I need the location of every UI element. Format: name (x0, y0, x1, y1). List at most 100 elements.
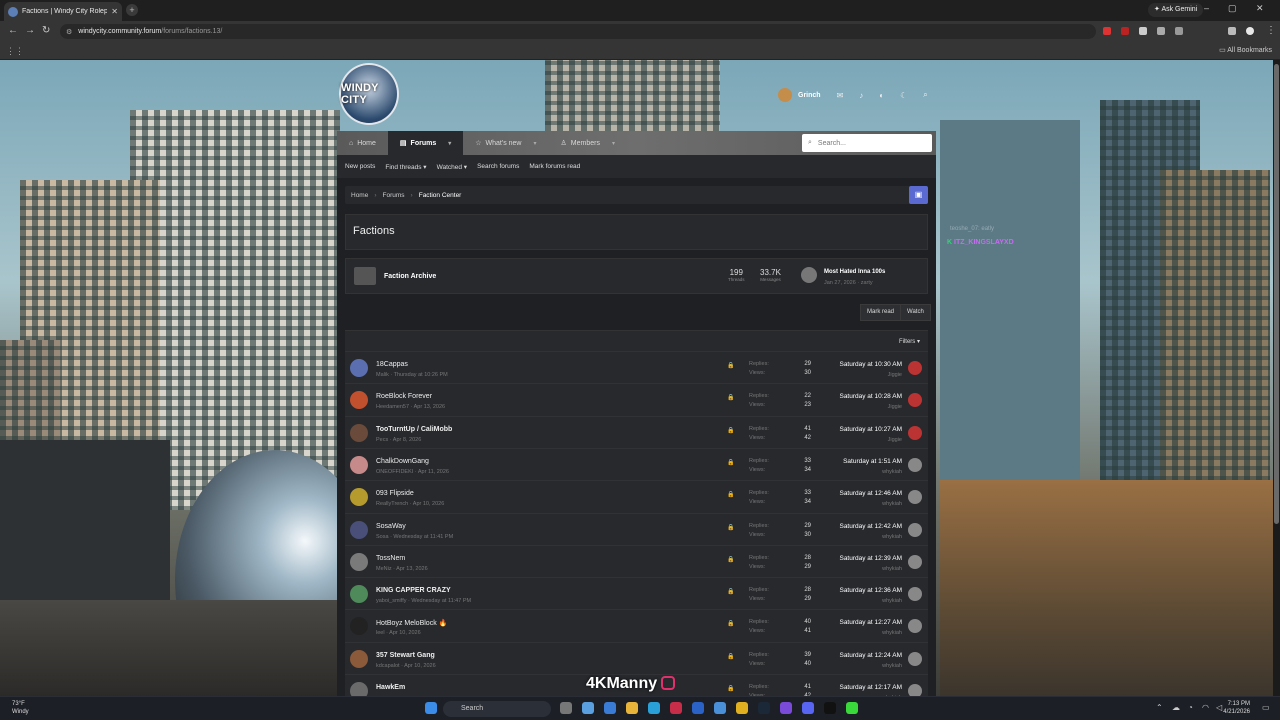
thread-author-avatar[interactable] (350, 455, 368, 474)
dark-mode-icon[interactable]: ☾ (900, 91, 907, 100)
thread-row[interactable]: 093 Flipside ReallyTrench · Apr 10, 2026 🔒… (345, 480, 928, 512)
last-post-user[interactable]: whykiah (882, 663, 902, 669)
last-post-date[interactable]: Saturday at 10:28 AM (839, 393, 902, 400)
taskbar-search[interactable]: Search (443, 701, 551, 717)
thread-title[interactable]: HotBoyz MeloBlock 🔥 (376, 619, 447, 627)
app-icon[interactable] (604, 702, 616, 714)
user-avatar[interactable] (778, 88, 792, 102)
discord-icon[interactable] (802, 702, 814, 714)
extension-icon[interactable] (1139, 27, 1147, 35)
search-forums-link[interactable]: Search forums (477, 163, 519, 170)
last-poster-avatar[interactable] (908, 587, 922, 602)
last-post-date[interactable]: Saturday at 1:51 AM (843, 458, 902, 465)
watch-button[interactable]: Watch (900, 304, 931, 321)
search-input[interactable]: ⌕ Search... (802, 134, 932, 152)
thread-author-avatar[interactable] (350, 423, 368, 442)
chevron-down-icon[interactable]: ▾ (533, 140, 536, 147)
thread-author-avatar[interactable] (350, 359, 368, 377)
volume-icon[interactable]: ◁ (1216, 703, 1222, 712)
apps-grid-icon[interactable]: ⋮⋮ (6, 46, 24, 57)
last-post-user[interactable]: Jiggie (888, 372, 902, 378)
subforum-faction-archive[interactable]: Faction Archive 199 Threads 33.7K Messages… (345, 258, 928, 294)
find-threads-link[interactable]: Find threads ▾ (385, 163, 426, 171)
last-post-date[interactable]: Saturday at 12:46 AM (839, 490, 902, 497)
thread-author-avatar[interactable] (350, 617, 368, 636)
extensions-puzzle-icon[interactable] (1175, 27, 1183, 35)
minimize-icon[interactable]: – (1204, 3, 1209, 13)
notifications-icon[interactable]: ▭ (1262, 703, 1270, 712)
last-post-date[interactable]: Saturday at 12:24 AM (839, 652, 902, 659)
last-post-date[interactable]: Saturday at 12:17 AM (839, 684, 902, 691)
thread-row[interactable]: ChalkDownGang ONEOFFIDEKI · Apr 11, 2026 🔒… (345, 447, 928, 480)
breadcrumb-faction-center[interactable]: Faction Center (419, 192, 462, 199)
last-poster-avatar[interactable] (908, 490, 922, 505)
back-icon[interactable]: ← (8, 25, 18, 36)
thread-row[interactable]: KING CAPPER CRAZY yaboi_smiffy · Wednesda… (345, 577, 928, 609)
thread-title[interactable]: 357 Stewart Gang (376, 652, 435, 659)
page-scrollbar[interactable] (1273, 60, 1280, 696)
thread-title[interactable]: SosaWay (376, 523, 406, 530)
filters-button[interactable]: Filters ▾ (899, 338, 920, 345)
last-post-date[interactable]: Saturday at 12:36 AM (839, 587, 902, 594)
username-link[interactable]: Grinch (798, 92, 821, 99)
last-post-user[interactable]: whykiah (882, 501, 902, 507)
last-post-user[interactable]: Jiggie (888, 437, 902, 443)
search-icon[interactable]: ⌕ (923, 90, 927, 100)
discord-icon[interactable]: ▣ (909, 186, 928, 204)
app-icon[interactable] (780, 702, 792, 714)
tray-chevron-icon[interactable]: ⌃ (1156, 703, 1163, 712)
tab-home[interactable]: ⌂ Home (337, 131, 388, 155)
weather-widget[interactable]: 73°F Windy (12, 700, 29, 716)
last-post-user[interactable]: whykiah (882, 469, 902, 475)
task-view-icon[interactable] (560, 702, 572, 714)
watched-link[interactable]: Watched ▾ (437, 163, 468, 171)
thread-row[interactable]: 18Cappas Malik · Thursday at 10:26 PM 🔒 Rep… (345, 351, 928, 383)
site-info-icon[interactable]: ⚙ (66, 28, 72, 36)
last-poster-avatar[interactable] (908, 425, 922, 440)
all-bookmarks-link[interactable]: ▭ All Bookmarks (1219, 46, 1272, 54)
download-icon[interactable] (1228, 27, 1236, 35)
thread-row[interactable]: HotBoyz MeloBlock 🔥 leel · Apr 10, 2026 🔒 R… (345, 609, 928, 641)
thread-row[interactable]: 357 Stewart Gang kdcapalot · Apr 10, 2026… (345, 641, 928, 674)
thread-title[interactable]: 18Cappas (376, 361, 408, 368)
steam-icon[interactable] (758, 702, 770, 714)
thread-author-avatar[interactable] (350, 682, 368, 696)
last-post-user[interactable]: whykiah (882, 534, 902, 540)
widgets-icon[interactable] (582, 702, 594, 714)
last-post-date[interactable]: Saturday at 12:27 AM (839, 619, 902, 626)
scrollbar-thumb[interactable] (1274, 64, 1279, 524)
last-poster-avatar[interactable] (908, 522, 922, 537)
thread-author-avatar[interactable] (350, 488, 368, 507)
last-post-date[interactable]: Saturday at 10:27 AM (839, 426, 902, 433)
terminal-icon[interactable] (824, 702, 836, 714)
browser-tab[interactable]: Factions | Windy City Roleplay ✕ (4, 2, 122, 21)
last-post-date[interactable]: Saturday at 12:39 AM (839, 555, 902, 562)
close-tab-icon[interactable]: ✕ (111, 7, 118, 16)
new-tab-button[interactable]: + (126, 4, 138, 16)
alerts-bell-icon[interactable]: ♪ (859, 91, 863, 100)
latest-post-avatar[interactable] (801, 267, 817, 283)
last-poster-avatar[interactable] (908, 361, 922, 375)
breadcrumb-home[interactable]: Home (351, 192, 368, 199)
last-poster-avatar[interactable] (908, 554, 922, 569)
forward-icon[interactable]: → (25, 25, 35, 36)
thread-title[interactable]: TooTurntUp / CaliMobb (376, 426, 452, 433)
thread-author-avatar[interactable] (350, 649, 368, 668)
close-window-icon[interactable]: ✕ (1256, 3, 1264, 14)
thread-author-avatar[interactable] (350, 585, 368, 604)
breadcrumb-forums[interactable]: Forums (383, 192, 405, 199)
app-icon[interactable] (846, 702, 858, 714)
thread-title[interactable]: HawkEm (376, 684, 405, 691)
thread-title[interactable]: TossNem (376, 555, 405, 562)
thread-title[interactable]: 093 Flipside (376, 490, 414, 497)
reload-icon[interactable]: ↻ (42, 25, 50, 36)
latest-post-title[interactable]: Most Hated Inna 100s (824, 269, 885, 275)
mark-forums-read-link[interactable]: Mark forums read (529, 163, 580, 170)
thread-author-avatar[interactable] (350, 520, 368, 539)
last-poster-avatar[interactable] (908, 457, 922, 472)
site-logo[interactable]: WINDY CITY (339, 63, 399, 125)
thread-author-avatar[interactable] (350, 391, 368, 410)
maximize-icon[interactable]: ▢ (1228, 3, 1237, 14)
thread-title[interactable]: RoeBlock Forever (376, 393, 432, 400)
last-post-user[interactable]: Jiggie (888, 404, 902, 410)
